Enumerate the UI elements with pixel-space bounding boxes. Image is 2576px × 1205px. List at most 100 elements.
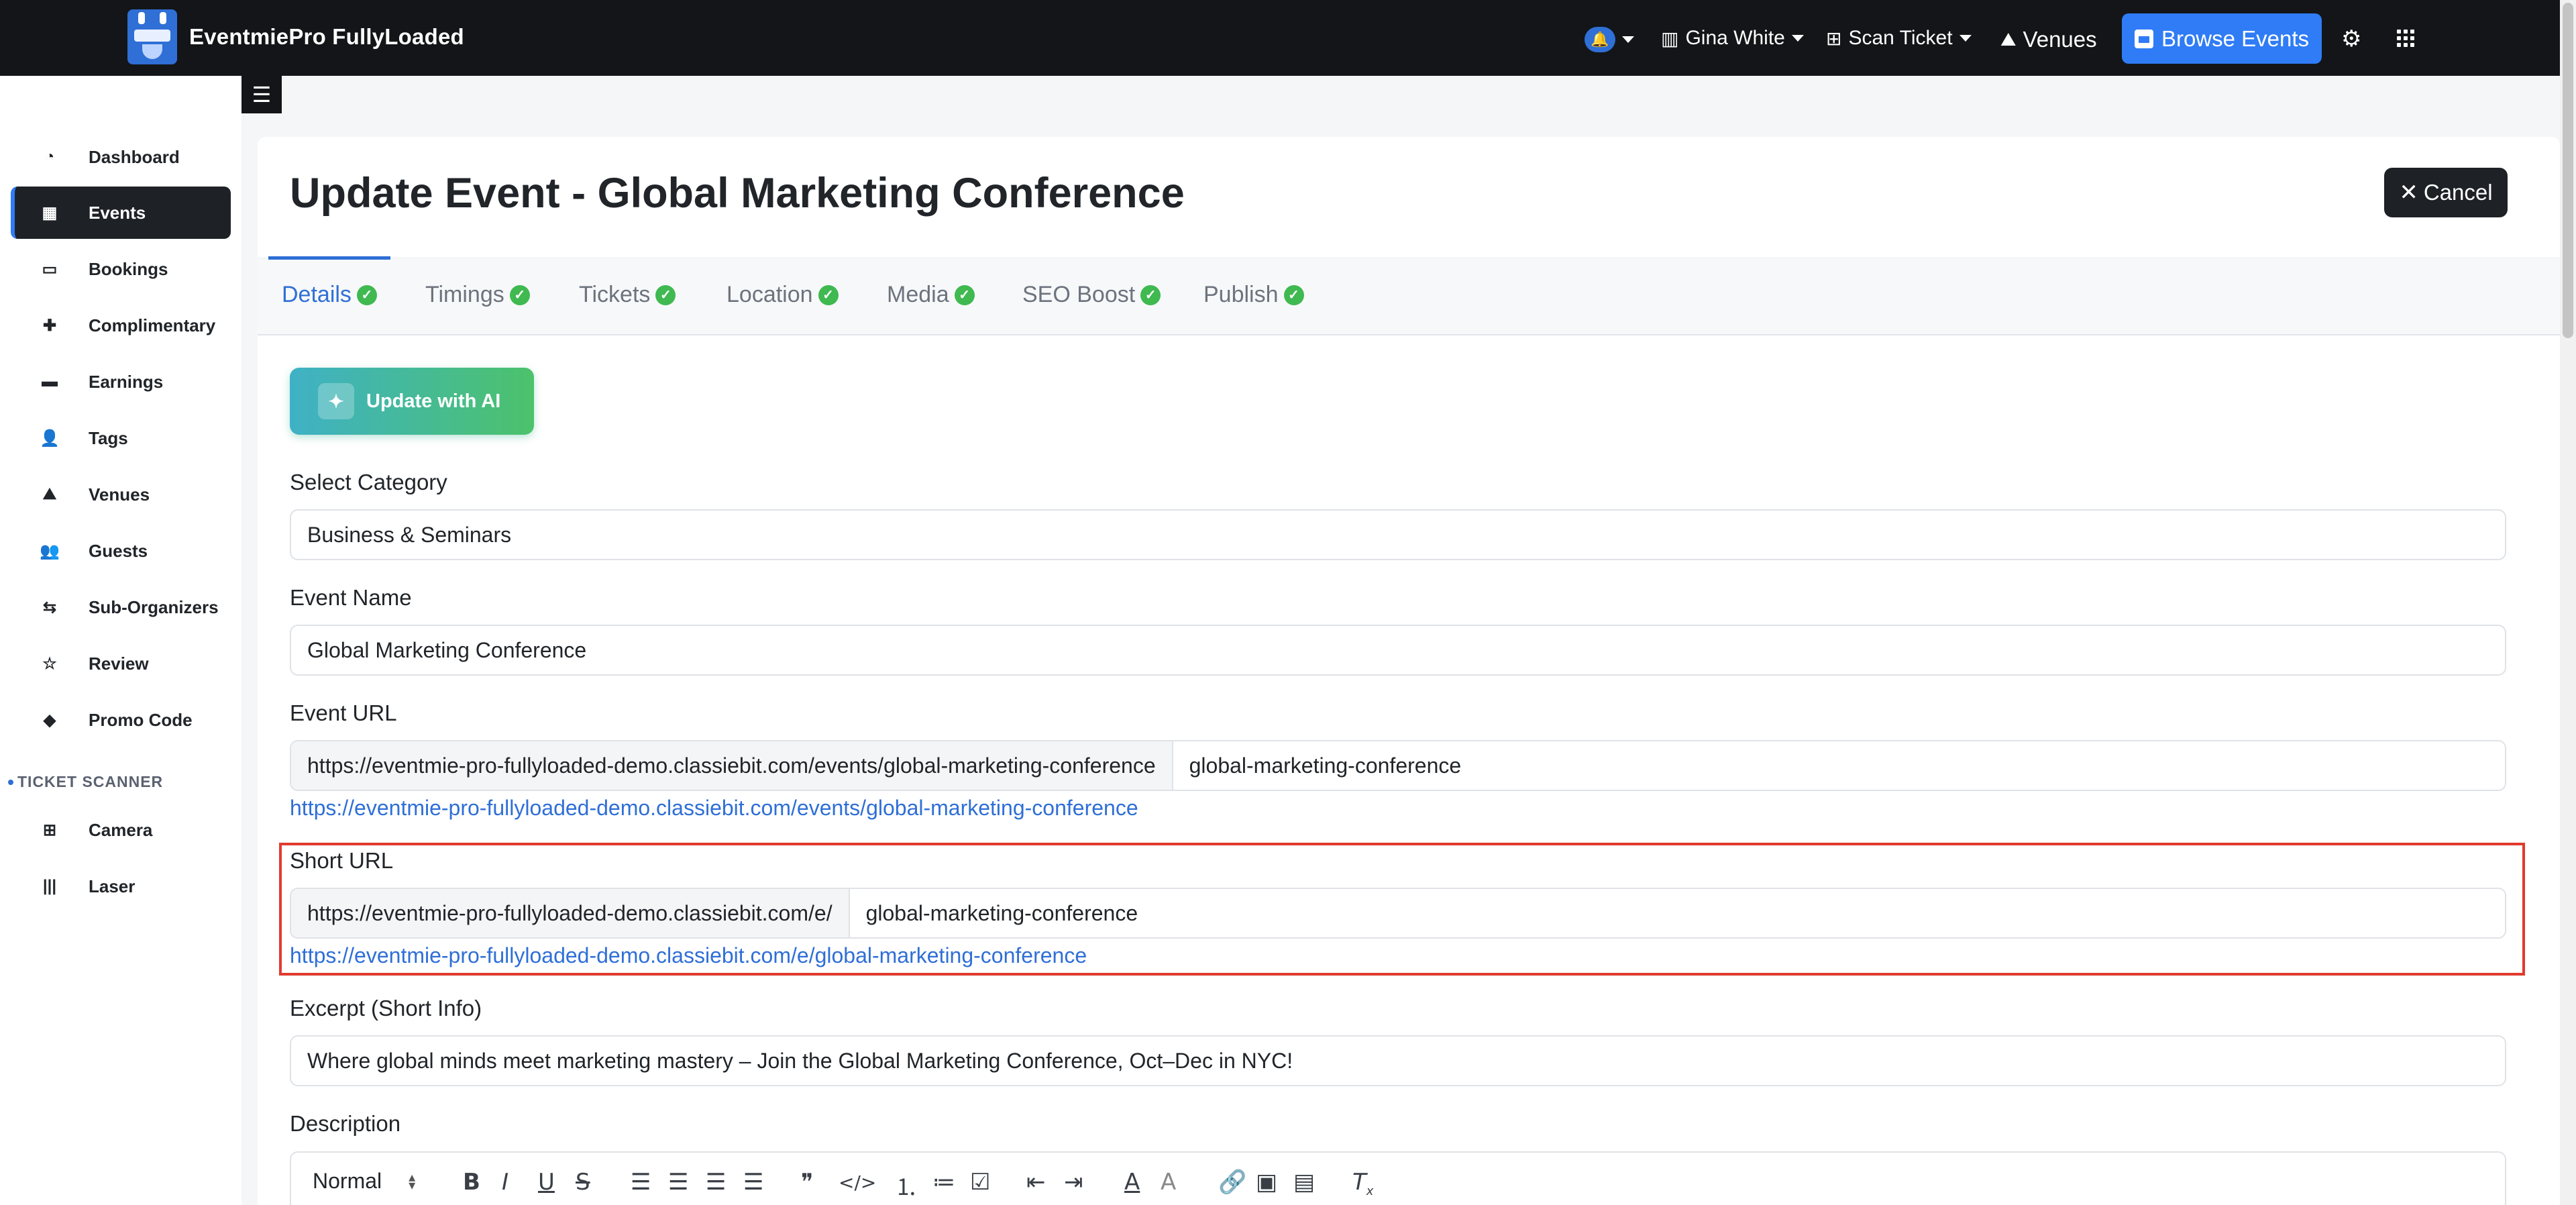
qrcode-icon: ⊞ bbox=[1826, 28, 1842, 49]
user-menu[interactable]: ▥ Gina White bbox=[1661, 27, 1804, 50]
event-url-prefix: https://eventmie-pro-fullyloaded-demo.cl… bbox=[291, 741, 1173, 790]
sidebar-item-review[interactable]: ☆ Review bbox=[11, 637, 231, 690]
align-right-icon[interactable]: ☰ bbox=[706, 1169, 726, 1196]
strikethrough-icon[interactable]: S bbox=[576, 1169, 590, 1196]
align-center-icon[interactable]: ☰ bbox=[668, 1169, 688, 1196]
venues-link[interactable]: ⛰ Venues bbox=[2000, 27, 2097, 52]
bold-icon[interactable]: B bbox=[463, 1169, 480, 1196]
short-url-link[interactable]: https://eventmie-pro-fullyloaded-demo.cl… bbox=[290, 943, 1087, 968]
update-with-ai-button[interactable]: ✦ Update with AI bbox=[290, 368, 534, 435]
bullet-icon bbox=[8, 779, 13, 785]
ticket-icon: ▭ bbox=[42, 260, 58, 278]
ticket-scanner-section-title: TICKET SCANNER bbox=[8, 773, 163, 791]
brand[interactable]: EventmiePro FullyLoaded bbox=[127, 9, 464, 64]
checklist-icon[interactable]: ☑ bbox=[970, 1169, 990, 1196]
align-left-icon[interactable]: ☰ bbox=[631, 1169, 651, 1196]
calendar-icon bbox=[2134, 29, 2153, 48]
event-url-group: https://eventmie-pro-fullyloaded-demo.cl… bbox=[290, 740, 2506, 791]
check-circle-icon: ✓ bbox=[356, 284, 377, 305]
video-icon[interactable]: ▤ bbox=[1293, 1169, 1315, 1196]
puzzle-icon: ✚ bbox=[42, 316, 57, 335]
sidebar-item-complimentary[interactable]: ✚ Complimentary bbox=[11, 299, 231, 352]
editor-toolbar bbox=[290, 1151, 2506, 1205]
short-url-prefix: https://eventmie-pro-fullyloaded-demo.cl… bbox=[291, 889, 850, 937]
text-style-select[interactable]: Normal ▴ ▾ bbox=[313, 1169, 415, 1194]
browse-events-button[interactable]: Browse Events bbox=[2122, 13, 2322, 64]
check-circle-icon: ✓ bbox=[1140, 284, 1161, 305]
ordered-list-icon[interactable]: ⒈ bbox=[895, 1169, 918, 1202]
gear-icon[interactable]: ⚙ bbox=[2341, 25, 2361, 52]
bell-icon: 🔔 bbox=[1585, 27, 1615, 52]
outdent-icon[interactable]: ⇤ bbox=[1026, 1169, 1046, 1196]
excerpt-label: Excerpt (Short Info) bbox=[290, 996, 482, 1020]
brand-name: EventmiePro FullyLoaded bbox=[189, 24, 464, 49]
event-url-link[interactable]: https://eventmie-pro-fullyloaded-demo.cl… bbox=[290, 796, 1138, 821]
user-tag-icon: 👤 bbox=[40, 429, 60, 448]
clear-formatting-icon[interactable]: Tx bbox=[1352, 1169, 1373, 1198]
notifications-dropdown[interactable]: 🔔 bbox=[1585, 27, 1634, 52]
tab-publish[interactable]: Publish ✓ bbox=[1203, 282, 1304, 308]
wallet-icon: ▬ bbox=[42, 372, 58, 390]
menu-toggle-icon[interactable]: ☰ bbox=[241, 76, 282, 113]
tab-details[interactable]: Details ✓ bbox=[282, 282, 377, 308]
sidebar-item-tags[interactable]: 👤 Tags bbox=[11, 412, 231, 464]
check-circle-icon: ✓ bbox=[1283, 284, 1304, 305]
close-icon: ✕ bbox=[2399, 180, 2418, 205]
caret-down-icon bbox=[1622, 36, 1634, 43]
check-circle-icon: ✓ bbox=[818, 284, 839, 305]
users-icon: 👥 bbox=[40, 541, 60, 560]
sidebar-item-sub-organizers[interactable]: ⇆ Sub-Organizers bbox=[11, 581, 231, 633]
apps-grid-icon[interactable] bbox=[2397, 30, 2414, 47]
tag-icon: ◆ bbox=[43, 711, 56, 729]
background-color-icon[interactable]: A bbox=[1161, 1169, 1176, 1196]
tab-tickets[interactable]: Tickets ✓ bbox=[579, 282, 676, 308]
bullet-list-icon[interactable]: ≔ bbox=[932, 1169, 955, 1196]
barcode-icon: ||| bbox=[42, 877, 57, 895]
short-url-slug-input[interactable]: global-marketing-conference bbox=[849, 889, 2505, 937]
dashboard-icon: ◔ bbox=[44, 148, 55, 166]
event-url-slug-input[interactable]: global-marketing-conference bbox=[1173, 741, 2505, 790]
link-icon[interactable]: 🔗 bbox=[1218, 1169, 1246, 1196]
sidebar-item-promo-code[interactable]: ◆ Promo Code bbox=[11, 694, 231, 746]
short-url-group: https://eventmie-pro-fullyloaded-demo.cl… bbox=[290, 888, 2506, 939]
event-name-input[interactable]: Global Marketing Conference bbox=[290, 625, 2506, 676]
blockquote-icon[interactable]: ❞ bbox=[801, 1169, 813, 1196]
code-icon[interactable]: </> bbox=[839, 1171, 876, 1194]
tab-location[interactable]: Location ✓ bbox=[727, 282, 839, 308]
caret-down-icon bbox=[1959, 35, 1972, 42]
short-url-label: Short URL bbox=[290, 848, 394, 873]
sidebar-item-guests[interactable]: 👥 Guests bbox=[11, 525, 231, 577]
sort-arrows-icon: ▴ ▾ bbox=[409, 1169, 416, 1193]
scan-ticket-menu[interactable]: ⊞ Scan Ticket bbox=[1826, 27, 1972, 50]
sidebar-item-bookings[interactable]: ▭ Bookings bbox=[11, 243, 231, 295]
event-url-label: Event URL bbox=[290, 700, 397, 725]
category-select[interactable]: Business & Seminars bbox=[290, 509, 2506, 560]
underline-icon[interactable]: U bbox=[538, 1169, 555, 1196]
tab-timings[interactable]: Timings ✓ bbox=[425, 282, 530, 308]
qrcode-icon: ⊞ bbox=[42, 821, 57, 839]
check-circle-icon: ✓ bbox=[655, 284, 676, 305]
align-justify-icon[interactable]: ☰ bbox=[743, 1169, 763, 1196]
scrollbar-thumb[interactable] bbox=[2563, 3, 2573, 338]
sidebar-item-laser[interactable]: ||| Laser bbox=[11, 860, 231, 912]
excerpt-input[interactable]: Where global minds meet marketing master… bbox=[290, 1035, 2506, 1086]
cancel-button[interactable]: ✕ Cancel bbox=[2384, 168, 2508, 217]
indent-icon[interactable]: ⇥ bbox=[1064, 1169, 1083, 1196]
caret-down-icon bbox=[1791, 35, 1804, 42]
tab-media[interactable]: Media ✓ bbox=[887, 282, 975, 308]
people-arrows-icon: ⇆ bbox=[42, 598, 57, 617]
italic-icon[interactable]: I bbox=[502, 1169, 508, 1196]
category-label: Select Category bbox=[290, 470, 447, 494]
check-circle-icon: ✓ bbox=[954, 284, 975, 305]
image-icon[interactable]: ▣ bbox=[1256, 1169, 1277, 1196]
browse-events-label: Browse Events bbox=[2161, 25, 2310, 51]
sidebar-item-events[interactable]: ▦ Events bbox=[11, 187, 231, 239]
text-color-icon[interactable]: A bbox=[1124, 1169, 1140, 1196]
description-label: Description bbox=[290, 1111, 401, 1136]
sidebar-item-venues[interactable]: ⛰ Venues bbox=[11, 468, 231, 521]
tab-seo-boost[interactable]: SEO Boost ✓ bbox=[1022, 282, 1161, 308]
calendar-icon: ▦ bbox=[42, 203, 58, 222]
sidebar-item-earnings[interactable]: ▬ Earnings bbox=[11, 356, 231, 408]
sidebar-item-camera[interactable]: ⊞ Camera bbox=[11, 804, 231, 856]
sidebar-item-dashboard[interactable]: ◔ Dashboard bbox=[11, 131, 231, 183]
